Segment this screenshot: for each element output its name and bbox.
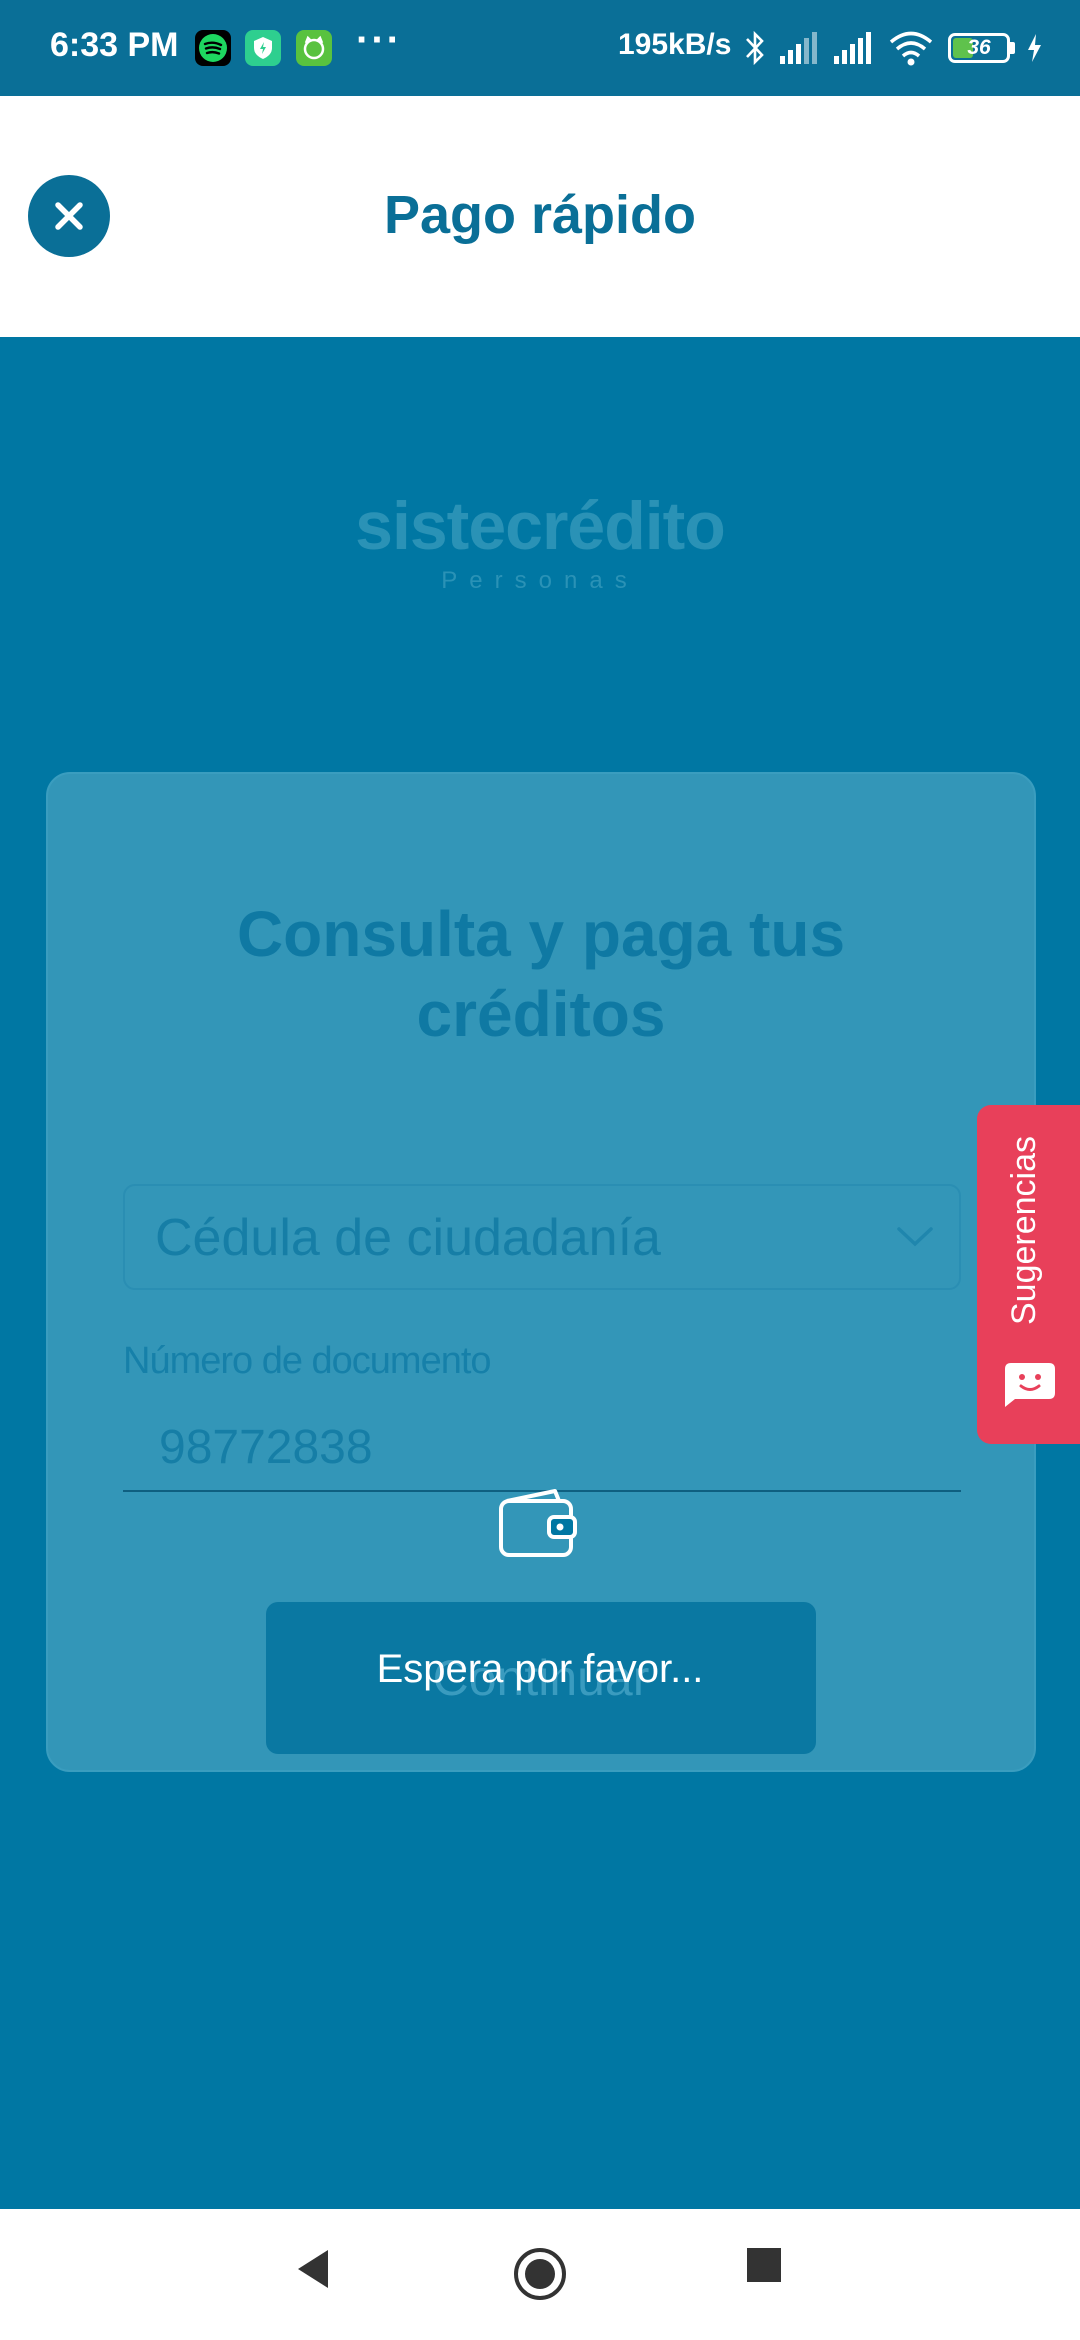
document-type-select[interactable]: Cédula de ciudadanía bbox=[123, 1184, 961, 1290]
feedback-tab[interactable]: Sugerencias bbox=[977, 1105, 1080, 1444]
brand-logo: sistecrédito bbox=[355, 488, 726, 564]
status-time: 6:33 PM bbox=[50, 26, 179, 64]
wifi-icon bbox=[889, 31, 933, 66]
system-nav-bar bbox=[0, 2209, 1080, 2340]
signal-icon bbox=[780, 32, 817, 64]
brand-logo-subtitle: Personas bbox=[441, 567, 639, 594]
loading-text: Espera por favor... bbox=[376, 1647, 704, 1691]
battery-level: 36 bbox=[967, 36, 991, 59]
document-number-label: Número de documento bbox=[123, 1340, 492, 1382]
document-number-input[interactable] bbox=[123, 1404, 961, 1492]
charging-icon bbox=[1028, 34, 1041, 62]
recents-icon[interactable] bbox=[745, 2246, 783, 2284]
main-content: sistecrédito Personas Consulta y paga tu… bbox=[0, 337, 1080, 2209]
chevron-down-icon bbox=[897, 1227, 933, 1247]
app-header: Pago rápido bbox=[0, 96, 1080, 337]
payment-card: Consulta y paga tus créditos Cédula de c… bbox=[46, 772, 1036, 1772]
more-notifications-icon: ··· bbox=[356, 18, 402, 62]
chat-bubble-icon bbox=[1005, 1363, 1055, 1407]
signal-icon bbox=[834, 32, 871, 64]
battery-icon: 36 bbox=[948, 33, 1010, 63]
spotify-icon bbox=[195, 30, 231, 66]
shield-icon bbox=[245, 30, 281, 66]
page-title: Pago rápido bbox=[383, 185, 697, 245]
status-bar: 6:33 PM ··· 195kB/s 36 bbox=[0, 0, 1080, 96]
cat-app-icon bbox=[296, 30, 332, 66]
bluetooth-icon bbox=[746, 30, 764, 66]
battery-cap bbox=[1010, 42, 1015, 54]
feedback-label: Sugerencias bbox=[1005, 1135, 1043, 1325]
network-speed: 195kB/s bbox=[618, 28, 732, 61]
document-type-value: Cédula de ciudadanía bbox=[155, 1209, 661, 1267]
wallet-icon bbox=[499, 1489, 577, 1557]
home-icon[interactable] bbox=[512, 2246, 568, 2302]
card-title: Consulta y paga tus créditos bbox=[236, 898, 846, 1050]
back-icon[interactable] bbox=[294, 2246, 332, 2292]
